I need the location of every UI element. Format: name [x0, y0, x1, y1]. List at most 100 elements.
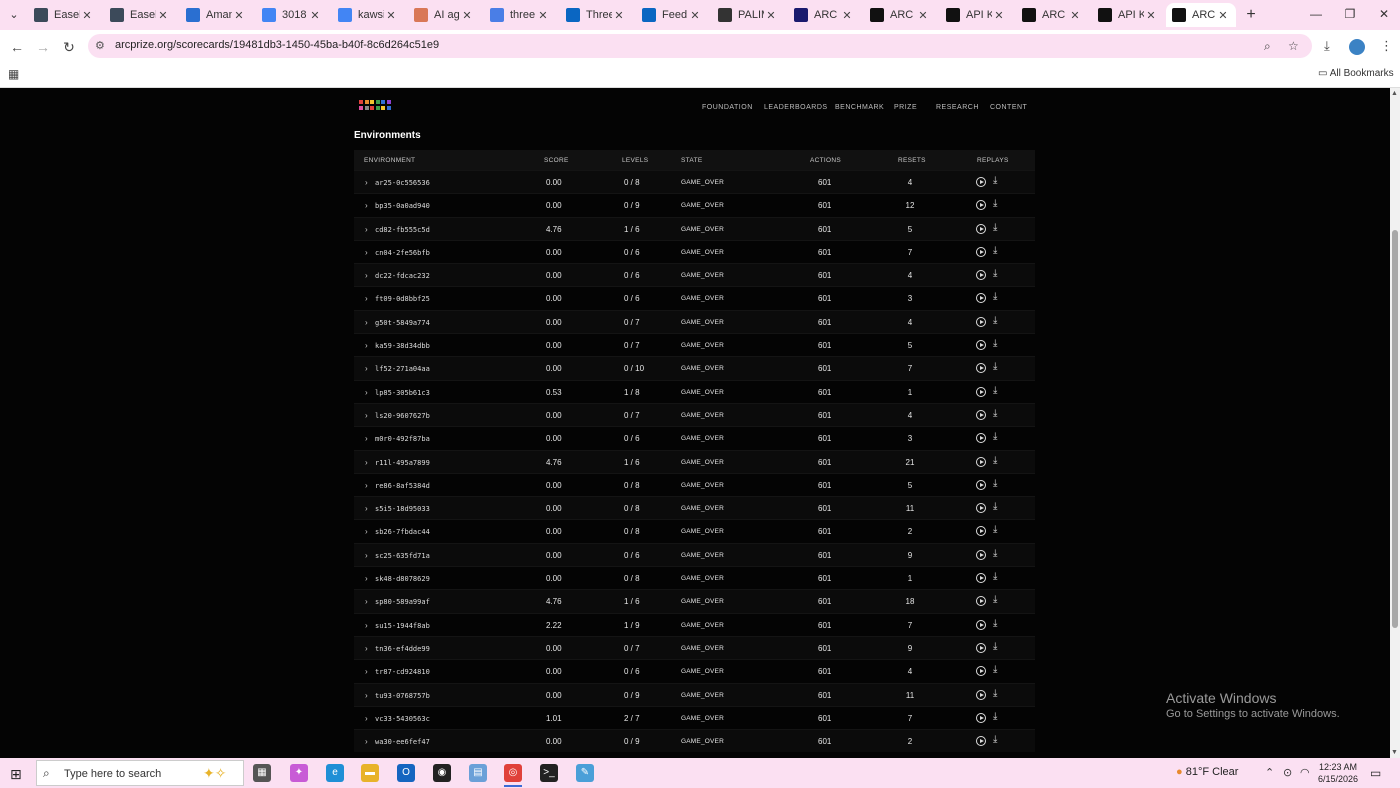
minimize-icon[interactable]: — [1306, 7, 1326, 21]
play-replay-icon[interactable] [976, 223, 986, 234]
expand-chevron-icon[interactable]: › [365, 294, 368, 303]
env-id[interactable]: lf52-271a04aa [375, 365, 430, 373]
table-row[interactable]: › cd82-fb555c5d 4.76 1 / 6 GAME_OVER 601 5 ⤓ [354, 216, 1035, 240]
expand-chevron-icon[interactable]: › [365, 201, 368, 210]
browser-tab[interactable]: three ✕ [484, 3, 556, 27]
expand-chevron-icon[interactable]: › [365, 318, 368, 327]
arc-prize-logo[interactable] [359, 100, 391, 112]
play-replay-icon[interactable] [976, 712, 986, 723]
table-row[interactable]: › wa30-ee6fef47 0.00 0 / 9 GAME_OVER 601 2 ⤓ [354, 729, 1035, 753]
terminal-icon[interactable]: >_ [540, 764, 558, 782]
download-replay-icon[interactable]: ⤓ [993, 361, 997, 372]
browser-tab[interactable]: AI age✕ [408, 3, 480, 27]
new-tab-button[interactable]: + [1242, 6, 1260, 24]
env-id[interactable]: ls20-9607627b [375, 412, 430, 420]
tab-close-icon[interactable]: ✕ [1216, 9, 1230, 22]
reload-icon[interactable]: ↻ [60, 38, 78, 56]
tab-close-icon[interactable]: ✕ [992, 9, 1006, 22]
download-replay-icon[interactable]: ⤓ [993, 431, 997, 442]
env-id[interactable]: sc25-635fd71a [375, 552, 430, 560]
tab-close-icon[interactable]: ✕ [308, 9, 322, 22]
download-replay-icon[interactable]: ⤓ [993, 548, 997, 559]
expand-chevron-icon[interactable]: › [365, 551, 368, 560]
download-replay-icon[interactable]: ⤓ [993, 734, 997, 745]
notifications-icon[interactable]: ▭ [1370, 766, 1381, 780]
tray-chevron-icon[interactable]: ⌃ [1265, 766, 1274, 779]
env-id[interactable]: sk48-d8078629 [375, 575, 430, 583]
browser-tab[interactable]: ARC P✕ [1016, 3, 1088, 27]
expand-chevron-icon[interactable]: › [365, 225, 368, 234]
download-replay-icon[interactable]: ⤓ [993, 618, 997, 629]
env-id[interactable]: ka59-38d34dbb [375, 342, 430, 350]
play-replay-icon[interactable] [976, 293, 986, 304]
notepad-icon[interactable]: ▤ [469, 764, 487, 782]
play-replay-icon[interactable] [976, 363, 986, 374]
download-replay-icon[interactable]: ⤓ [993, 711, 997, 722]
zoom-icon[interactable]: ⌕ [1264, 39, 1271, 54]
table-row[interactable]: › sc25-635fd71a 0.00 0 / 6 GAME_OVER 601 9 ⤓ [354, 542, 1035, 567]
download-replay-icon[interactable]: ⤓ [993, 688, 997, 699]
play-replay-icon[interactable] [976, 246, 986, 257]
all-bookmarks-button[interactable]: ▭ All Bookmarks [1318, 68, 1394, 79]
browser-tab[interactable]: Aman ✕ [180, 3, 252, 27]
play-replay-icon[interactable] [976, 736, 986, 747]
env-id[interactable]: m0r0-492f87ba [375, 435, 430, 443]
download-replay-icon[interactable]: ⤓ [993, 571, 997, 582]
expand-chevron-icon[interactable]: › [365, 574, 368, 583]
env-id[interactable]: vc33-5430563c [375, 715, 430, 723]
apps-grid-icon[interactable]: ▦ [8, 67, 19, 81]
table-row[interactable]: › r11l-495a7899 4.76 1 / 6 GAME_OVER 601 21 ⤓ [354, 449, 1035, 473]
env-id[interactable]: g50t-5849a774 [375, 319, 430, 327]
browser-tab[interactable]: Three ✕ [560, 3, 632, 27]
expand-chevron-icon[interactable]: › [365, 388, 368, 397]
tab-close-icon[interactable]: ✕ [916, 9, 930, 22]
nav-link-benchmark[interactable]: BENCHMARK [835, 104, 884, 111]
close-window-icon[interactable]: ✕ [1374, 7, 1394, 21]
expand-chevron-icon[interactable]: › [365, 667, 368, 676]
play-replay-icon[interactable] [976, 200, 986, 211]
env-id[interactable]: sb26-7fbdac44 [375, 528, 430, 536]
expand-chevron-icon[interactable]: › [365, 248, 368, 257]
play-replay-icon[interactable] [976, 689, 986, 700]
profile-avatar[interactable] [1349, 39, 1365, 55]
tab-close-icon[interactable]: ✕ [764, 9, 778, 22]
play-replay-icon[interactable] [976, 316, 986, 327]
play-replay-icon[interactable] [976, 456, 986, 467]
play-replay-icon[interactable] [976, 433, 986, 444]
env-id[interactable]: ft09-0d8bbf25 [375, 295, 430, 303]
paint-icon[interactable]: ✎ [576, 764, 594, 782]
table-row[interactable]: › vc33-5430563c 1.01 2 / 7 GAME_OVER 601 7 ⤓ [354, 705, 1035, 729]
expand-chevron-icon[interactable]: › [365, 411, 368, 420]
table-row[interactable]: › m0r0-492f87ba 0.00 0 / 6 GAME_OVER 601 3 ⤓ [354, 426, 1035, 449]
nav-link-prize[interactable]: PRIZE [894, 104, 917, 111]
download-replay-icon[interactable]: ⤓ [993, 455, 997, 466]
expand-chevron-icon[interactable]: › [365, 481, 368, 490]
browser-tab[interactable]: Easel ✕ [28, 3, 100, 27]
browser-tab[interactable]: PALIM✕ [712, 3, 784, 27]
download-replay-icon[interactable]: ⤓ [993, 291, 997, 302]
expand-chevron-icon[interactable]: › [365, 714, 368, 723]
address-bar[interactable]: ⚙ arcprize.org/scorecards/19481db3-1450-… [88, 34, 1312, 58]
env-id[interactable]: sp80-589a99af [375, 598, 430, 606]
download-replay-icon[interactable]: ⤓ [993, 664, 997, 675]
table-row[interactable]: › lf52-271a04aa 0.00 0 / 10 GAME_OVER 601 7 ⤓ [354, 356, 1035, 380]
taskbar-search-box[interactable]: ⌕ Type here to search ✦✧ [36, 760, 244, 786]
browser-tab[interactable]: ARC P✕ [788, 3, 860, 27]
play-replay-icon[interactable] [976, 642, 986, 653]
env-id[interactable]: re86-8af5384d [375, 482, 430, 490]
tab-search-icon[interactable]: ⌄ [6, 7, 22, 23]
table-row[interactable]: › tn36-ef4dde99 0.00 0 / 7 GAME_OVER 601 9 ⤓ [354, 635, 1035, 660]
tab-close-icon[interactable]: ✕ [536, 9, 550, 22]
download-replay-icon[interactable]: ⤓ [993, 594, 997, 605]
browser-tab[interactable]: API Ke✕ [940, 3, 1012, 27]
tab-close-icon[interactable]: ✕ [156, 9, 170, 22]
env-id[interactable]: wa30-ee6fef47 [375, 738, 430, 746]
expand-chevron-icon[interactable]: › [365, 691, 368, 700]
table-row[interactable]: › cn04-2fe56bfb 0.00 0 / 6 GAME_OVER 601 7 ⤓ [354, 239, 1035, 263]
table-row[interactable]: › lp85-305b61c3 0.53 1 / 8 GAME_OVER 601 1 ⤓ [354, 379, 1035, 403]
env-id[interactable]: su15-1944f8ab [375, 622, 430, 630]
play-replay-icon[interactable] [976, 619, 986, 630]
scroll-up-icon[interactable]: ▲ [1391, 90, 1398, 97]
tab-close-icon[interactable]: ✕ [688, 9, 702, 22]
env-id[interactable]: dc22-fdcac232 [375, 272, 430, 280]
